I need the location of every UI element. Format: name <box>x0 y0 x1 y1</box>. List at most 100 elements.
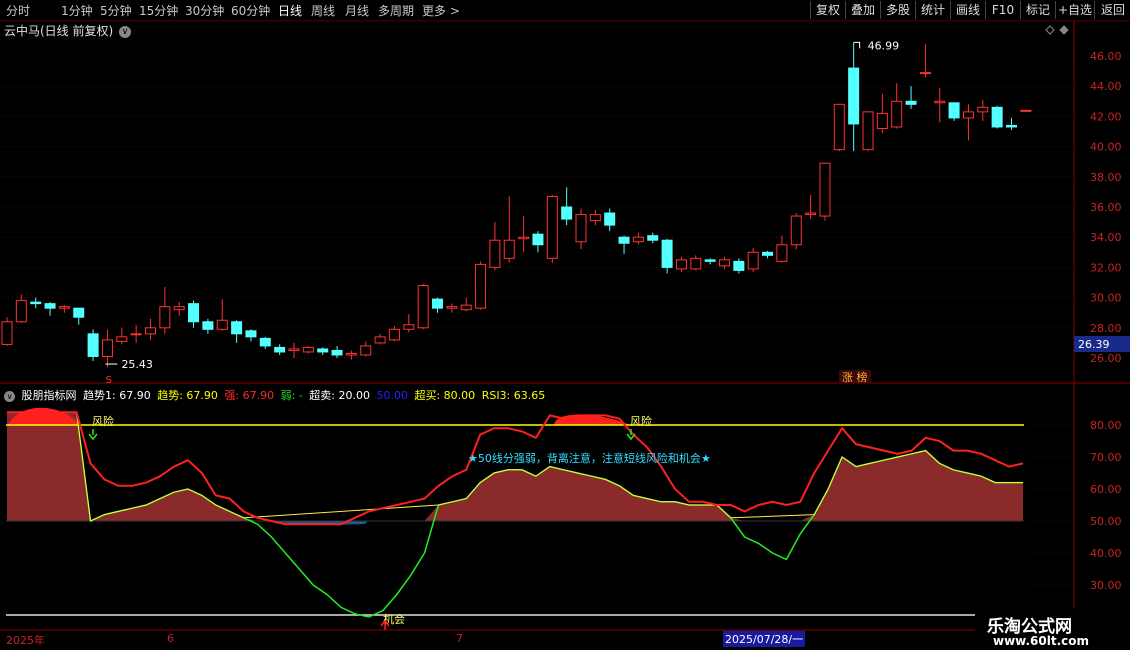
candle-up[interactable] <box>891 100 903 128</box>
candle-down[interactable] <box>848 67 860 125</box>
candle-down[interactable] <box>604 212 616 226</box>
candle-up[interactable] <box>360 345 372 356</box>
candle-up[interactable] <box>15 300 27 323</box>
candle-down[interactable] <box>704 259 716 262</box>
candle-up[interactable] <box>805 212 817 216</box>
candle-down[interactable] <box>274 346 286 353</box>
candle-up[interactable] <box>719 259 730 267</box>
candle-down[interactable] <box>87 333 99 357</box>
price-and-indicator-chart[interactable]: 风险 风险机会 ★50线分强弱，背离注意，注意短线风险和机会★ 46.00 44.00… <box>0 0 1130 650</box>
down-arrow-icon <box>88 429 98 441</box>
indicator-axis-tick: 40.00 <box>1090 547 1122 560</box>
candle-down[interactable] <box>991 106 1003 128</box>
date-label: 2025年 <box>6 634 45 647</box>
candle-up[interactable] <box>546 195 558 259</box>
candle-down[interactable] <box>73 307 85 318</box>
price-axis-tick: 44.00 <box>1090 80 1122 93</box>
candle-up[interactable] <box>518 236 530 240</box>
chance-label: 机会 <box>383 612 405 626</box>
candle-up[interactable] <box>489 239 501 268</box>
date-label: 6 <box>167 632 174 645</box>
candle-down[interactable] <box>561 206 573 220</box>
price-axis-tick: 36.00 <box>1090 201 1122 214</box>
price-axis-tick: 26.00 <box>1090 352 1122 365</box>
candle-up[interactable] <box>962 111 974 119</box>
candle-up[interactable] <box>58 306 70 309</box>
candle-up[interactable] <box>934 100 946 104</box>
candle-down[interactable] <box>30 301 42 305</box>
candle-down[interactable] <box>259 337 271 347</box>
candle-down[interactable] <box>202 321 214 330</box>
candle-down[interactable] <box>44 303 56 309</box>
candle-up[interactable] <box>977 106 989 113</box>
candle-up[interactable] <box>690 257 702 270</box>
candle-down[interactable] <box>948 102 960 119</box>
candle-up[interactable] <box>173 306 185 311</box>
diamond-icon[interactable] <box>1059 25 1069 35</box>
candle-down[interactable] <box>245 330 257 338</box>
candle-up[interactable] <box>575 214 587 243</box>
candle-up[interactable] <box>288 348 300 351</box>
candle-up[interactable] <box>747 251 759 270</box>
candle-up[interactable] <box>159 306 171 329</box>
candle-down[interactable] <box>1006 124 1017 128</box>
price-axis-tick: 34.00 <box>1090 231 1122 244</box>
candle-up[interactable] <box>632 236 644 243</box>
indicator-axis-tick: 50.00 <box>1090 515 1122 528</box>
candle-up[interactable] <box>790 215 802 246</box>
candle-up[interactable] <box>862 111 874 151</box>
candle-down[interactable] <box>905 100 917 105</box>
diamond-icon[interactable] <box>1045 25 1055 35</box>
price-axis-tick: 30.00 <box>1090 292 1122 305</box>
candle-down[interactable] <box>733 260 745 271</box>
candle-down[interactable] <box>647 235 659 241</box>
candle-up[interactable] <box>819 162 831 217</box>
indicator-axis-tick: 80.00 <box>1090 419 1122 432</box>
candle-down[interactable] <box>231 321 243 335</box>
indicator-axis-tick: 30.00 <box>1090 579 1122 592</box>
candle-down[interactable] <box>188 303 200 323</box>
price-axis-tick: 32.00 <box>1090 261 1122 274</box>
candle-up[interactable] <box>374 336 386 344</box>
risk-label: 风险 <box>92 414 114 428</box>
candle-up[interactable] <box>475 263 487 309</box>
candle-up[interactable] <box>388 328 400 341</box>
candle-up[interactable] <box>833 103 845 151</box>
candle-up[interactable] <box>130 333 142 336</box>
candle-down[interactable] <box>432 298 443 309</box>
candle-down[interactable] <box>661 239 673 268</box>
candle-up[interactable] <box>216 319 228 330</box>
candle-up[interactable] <box>116 336 128 342</box>
candle-up[interactable] <box>776 244 788 262</box>
current-price-tag: 26.39 <box>1078 338 1110 351</box>
candle-up[interactable] <box>919 72 931 75</box>
candle-up[interactable] <box>1 321 13 345</box>
candle-up[interactable] <box>101 339 113 357</box>
candle-up[interactable] <box>503 239 515 259</box>
candle-down[interactable] <box>532 233 544 246</box>
low-price-label: 25.43 <box>121 358 153 371</box>
candle-down[interactable] <box>331 349 343 356</box>
strength-area <box>7 412 1023 521</box>
candle-up[interactable] <box>302 346 314 353</box>
candle-up[interactable] <box>403 324 415 330</box>
sell-signal-marker: S <box>105 375 111 386</box>
candle-up[interactable] <box>446 306 458 309</box>
candle-down[interactable] <box>762 251 774 256</box>
candle-up[interactable] <box>589 214 601 222</box>
candle-up[interactable] <box>145 327 156 335</box>
high-marker <box>853 41 861 49</box>
price-axis-tick: 40.00 <box>1090 141 1122 154</box>
high-price-label: 46.99 <box>868 39 900 52</box>
candle-down[interactable] <box>317 348 329 353</box>
candle-up[interactable] <box>1020 109 1032 112</box>
candle-up[interactable] <box>417 285 429 329</box>
date-label: 7 <box>456 632 463 645</box>
candle-up[interactable] <box>345 352 357 356</box>
candle-up[interactable] <box>876 112 888 129</box>
candle-up[interactable] <box>460 304 472 311</box>
candle-up[interactable] <box>675 259 687 270</box>
indicator-annotation: ★50线分强弱，背离注意，注意短线风险和机会★ <box>468 451 711 465</box>
date-cursor-label: 2025/07/28/一 <box>723 631 806 647</box>
candle-down[interactable] <box>618 236 630 244</box>
